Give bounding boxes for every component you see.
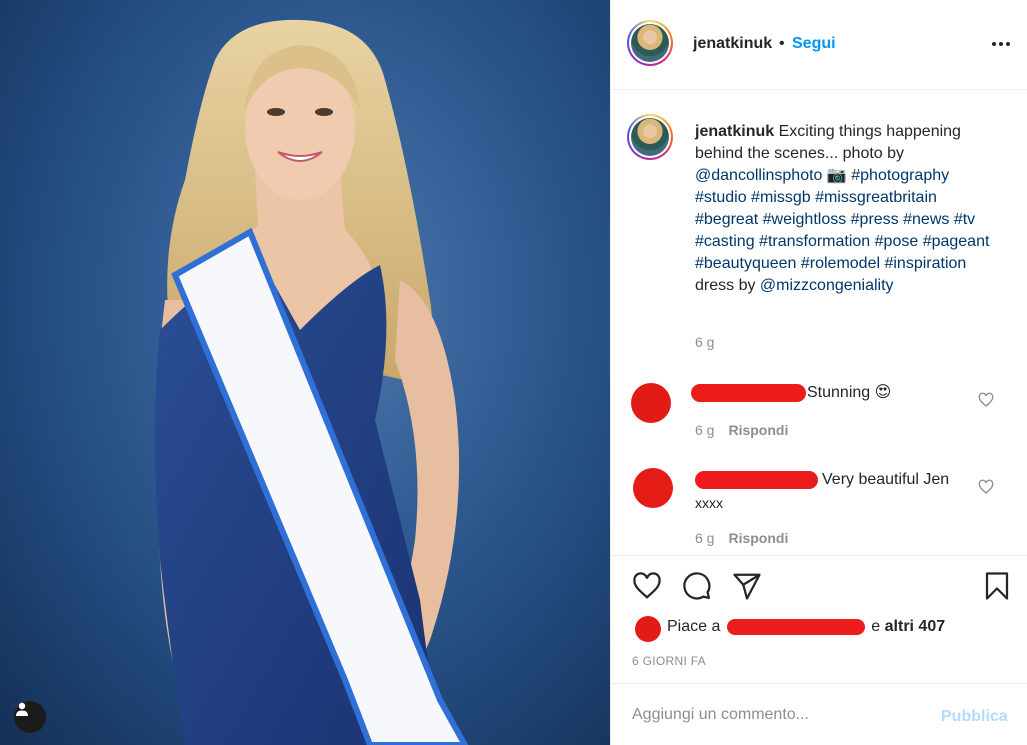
post-actions: Piace a e altri 407 6 GIORNI FA bbox=[611, 555, 1027, 683]
comment-input[interactable] bbox=[632, 706, 932, 724]
commenter-avatar[interactable] bbox=[633, 468, 673, 508]
likes-summary: Piace a e altri 407 bbox=[667, 618, 945, 636]
author-username[interactable]: jenatkinuk bbox=[693, 35, 772, 53]
caption-text-2: dress by bbox=[695, 277, 760, 294]
comment-icon[interactable] bbox=[682, 571, 712, 601]
likes-others-count[interactable]: altri 407 bbox=[885, 618, 945, 635]
redacted-username bbox=[695, 471, 818, 489]
caption-author-avatar[interactable] bbox=[627, 114, 673, 160]
likes-and: e bbox=[871, 618, 881, 635]
header-separator: • bbox=[779, 35, 785, 52]
redacted-username bbox=[691, 384, 806, 402]
user-icon[interactable] bbox=[14, 701, 46, 733]
post-date[interactable]: 6 GIORNI FA bbox=[632, 654, 706, 668]
post-details-panel: jenatkinuk • Segui jenatkinuk Exciting t… bbox=[610, 0, 1027, 745]
post-comment-button[interactable]: Pubblica bbox=[941, 708, 1008, 726]
camera-emoji: 📷 bbox=[822, 167, 852, 184]
comment-text: Stunning 😍 bbox=[807, 384, 892, 401]
comment-timestamp[interactable]: 6 g bbox=[695, 422, 714, 438]
comment-meta: 6 g Rispondi bbox=[695, 530, 788, 546]
like-comment-heart-icon[interactable] bbox=[978, 392, 994, 408]
comment-text: Very beautiful Jen bbox=[822, 471, 950, 488]
caption-username[interactable]: jenatkinuk bbox=[695, 123, 774, 140]
liker-avatar[interactable] bbox=[635, 616, 661, 642]
bookmark-icon[interactable] bbox=[982, 571, 1012, 601]
mention-photographer[interactable]: @dancollinsphoto bbox=[695, 167, 822, 184]
photo-illustration bbox=[155, 19, 469, 745]
more-options-icon[interactable] bbox=[989, 36, 1013, 52]
comment-text-continued: xxxx bbox=[695, 495, 723, 511]
reply-button[interactable]: Rispondi bbox=[728, 422, 788, 438]
comments-section: jenatkinuk Exciting things happening beh… bbox=[611, 91, 1027, 555]
like-comment-heart-icon[interactable] bbox=[978, 479, 994, 495]
post-photo[interactable] bbox=[0, 0, 610, 745]
follow-button[interactable]: Segui bbox=[792, 35, 836, 53]
add-comment-bar: Pubblica bbox=[611, 683, 1027, 745]
share-icon[interactable] bbox=[732, 571, 762, 601]
redacted-liker bbox=[726, 618, 865, 635]
mention-dress[interactable]: @mizzcongeniality bbox=[760, 277, 894, 294]
caption-timestamp[interactable]: 6 g bbox=[695, 334, 714, 350]
post-caption: jenatkinuk Exciting things happening beh… bbox=[695, 121, 995, 297]
comment-meta: 6 g Rispondi bbox=[695, 422, 788, 438]
comment-timestamp[interactable]: 6 g bbox=[695, 530, 714, 546]
post-header: jenatkinuk • Segui bbox=[611, 0, 1027, 90]
reply-button[interactable]: Rispondi bbox=[728, 530, 788, 546]
heart-icon[interactable] bbox=[632, 571, 662, 601]
author-avatar[interactable] bbox=[627, 20, 673, 66]
likes-prefix: Piace a bbox=[667, 618, 721, 635]
commenter-avatar[interactable] bbox=[631, 383, 671, 423]
